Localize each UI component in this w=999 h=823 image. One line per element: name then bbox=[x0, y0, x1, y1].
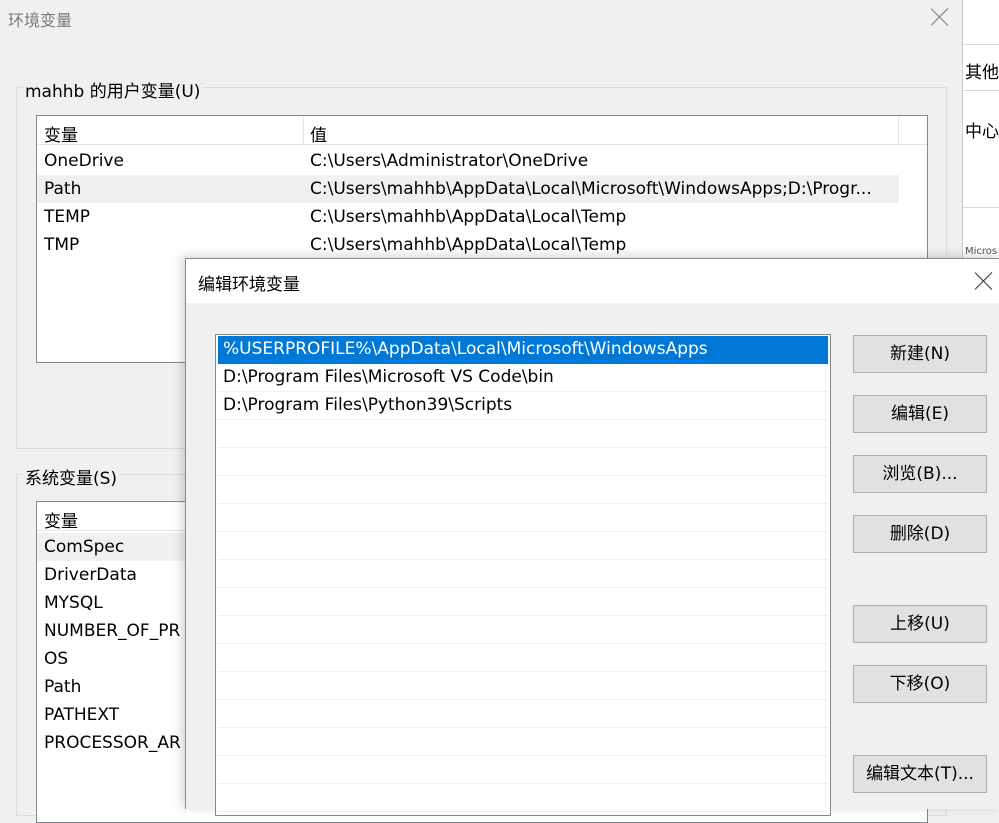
background-separator bbox=[963, 207, 999, 208]
variable-name: ComSpec bbox=[44, 537, 125, 557]
new-button[interactable]: 新建(N) bbox=[853, 335, 987, 373]
edit-dialog-close-icon[interactable] bbox=[974, 271, 994, 291]
user-variable-row[interactable]: OneDrive C:\Users\Administrator\OneDrive bbox=[37, 147, 927, 175]
path-entry-row[interactable] bbox=[218, 644, 828, 672]
background-separator bbox=[963, 90, 999, 91]
env-dialog-close-icon[interactable] bbox=[930, 7, 950, 27]
variable-name: Path bbox=[44, 179, 82, 199]
background-fragment-micros: Micros bbox=[965, 246, 998, 257]
column-header-variable[interactable]: 变量 bbox=[44, 507, 78, 532]
variable-value: C:\Users\mahhb\AppData\Local\Microsoft\W… bbox=[310, 179, 872, 199]
path-entry-row[interactable] bbox=[218, 588, 828, 616]
path-entry-row[interactable] bbox=[218, 728, 828, 756]
path-entry-row[interactable] bbox=[218, 420, 828, 448]
variable-name: NUMBER_OF_PR bbox=[44, 621, 181, 641]
user-variable-row[interactable]: TEMP C:\Users\mahhb\AppData\Local\Temp bbox=[37, 203, 927, 231]
user-variables-label: mahhb 的用户变量(U) bbox=[23, 77, 203, 102]
edit-text-button[interactable]: 编辑文本(T)... bbox=[853, 755, 987, 793]
background-fragment-other: 其他 bbox=[965, 63, 999, 83]
column-header-variable[interactable]: 变量 bbox=[44, 121, 78, 146]
variable-name: PATHEXT bbox=[44, 705, 120, 725]
path-entry-row[interactable] bbox=[218, 616, 828, 644]
system-variables-label: 系统变量(S) bbox=[23, 464, 120, 489]
column-header-value[interactable]: 值 bbox=[310, 121, 327, 146]
user-variables-header: 变量 值 bbox=[37, 116, 927, 146]
user-variable-row[interactable]: TMP C:\Users\mahhb\AppData\Local\Temp bbox=[37, 231, 927, 259]
background-fragment-center: 中心 bbox=[965, 122, 999, 142]
edit-dialog-title: 编辑环境变量 bbox=[198, 275, 300, 295]
env-dialog-title: 环境变量 bbox=[8, 11, 73, 30]
variable-name: DriverData bbox=[44, 565, 137, 585]
path-entry-row[interactable] bbox=[218, 756, 828, 784]
variable-name: TEMP bbox=[44, 207, 91, 227]
column-divider[interactable] bbox=[303, 116, 304, 144]
path-entry-text: %USERPROFILE%\AppData\Local\Microsoft\Wi… bbox=[223, 339, 708, 359]
edit-button[interactable]: 编辑(E) bbox=[853, 395, 987, 433]
path-entry-row[interactable] bbox=[218, 448, 828, 476]
edit-dialog-titlebar: 编辑环境变量 bbox=[186, 259, 999, 303]
user-variable-row[interactable]: Path C:\Users\mahhb\AppData\Local\Micros… bbox=[37, 175, 899, 203]
background-separator bbox=[963, 44, 999, 45]
variable-name: MYSQL bbox=[44, 593, 103, 613]
variable-name: OS bbox=[44, 649, 69, 669]
path-entry-row[interactable] bbox=[218, 672, 828, 700]
variable-value: C:\Users\mahhb\AppData\Local\Temp bbox=[310, 207, 627, 227]
env-dialog-titlebar: 环境变量 bbox=[0, 0, 962, 38]
column-divider[interactable] bbox=[898, 116, 899, 144]
move-up-button[interactable]: 上移(U) bbox=[853, 605, 987, 643]
path-entry-row[interactable] bbox=[218, 560, 828, 588]
variable-name: TMP bbox=[44, 235, 80, 255]
path-entry-row[interactable] bbox=[218, 700, 828, 728]
path-entry-row[interactable]: D:\Program Files\Python39\Scripts bbox=[218, 392, 828, 420]
path-entry-row[interactable]: D:\Program Files\Microsoft VS Code\bin bbox=[218, 364, 828, 392]
path-entry-row[interactable] bbox=[218, 532, 828, 560]
path-entries-list[interactable]: %USERPROFILE%\AppData\Local\Microsoft\Wi… bbox=[215, 334, 831, 816]
variable-name: PROCESSOR_AR bbox=[44, 733, 181, 753]
edit-environment-variable-dialog: 编辑环境变量 %USERPROFILE%\AppData\Local\Micro… bbox=[185, 258, 999, 816]
variable-name: OneDrive bbox=[44, 151, 124, 171]
path-entry-row[interactable]: %USERPROFILE%\AppData\Local\Microsoft\Wi… bbox=[218, 336, 828, 364]
path-entry-text: D:\Program Files\Python39\Scripts bbox=[223, 395, 513, 415]
variable-value: C:\Users\mahhb\AppData\Local\Temp bbox=[310, 235, 627, 255]
browse-button[interactable]: 浏览(B)... bbox=[853, 455, 987, 493]
variable-name: Path bbox=[44, 677, 82, 697]
move-down-button[interactable]: 下移(O) bbox=[853, 665, 987, 703]
delete-button[interactable]: 删除(D) bbox=[853, 515, 987, 553]
variable-value: C:\Users\Administrator\OneDrive bbox=[310, 151, 589, 171]
path-entry-row[interactable] bbox=[218, 476, 828, 504]
path-entry-text: D:\Program Files\Microsoft VS Code\bin bbox=[223, 367, 554, 387]
path-entry-row[interactable] bbox=[218, 504, 828, 532]
